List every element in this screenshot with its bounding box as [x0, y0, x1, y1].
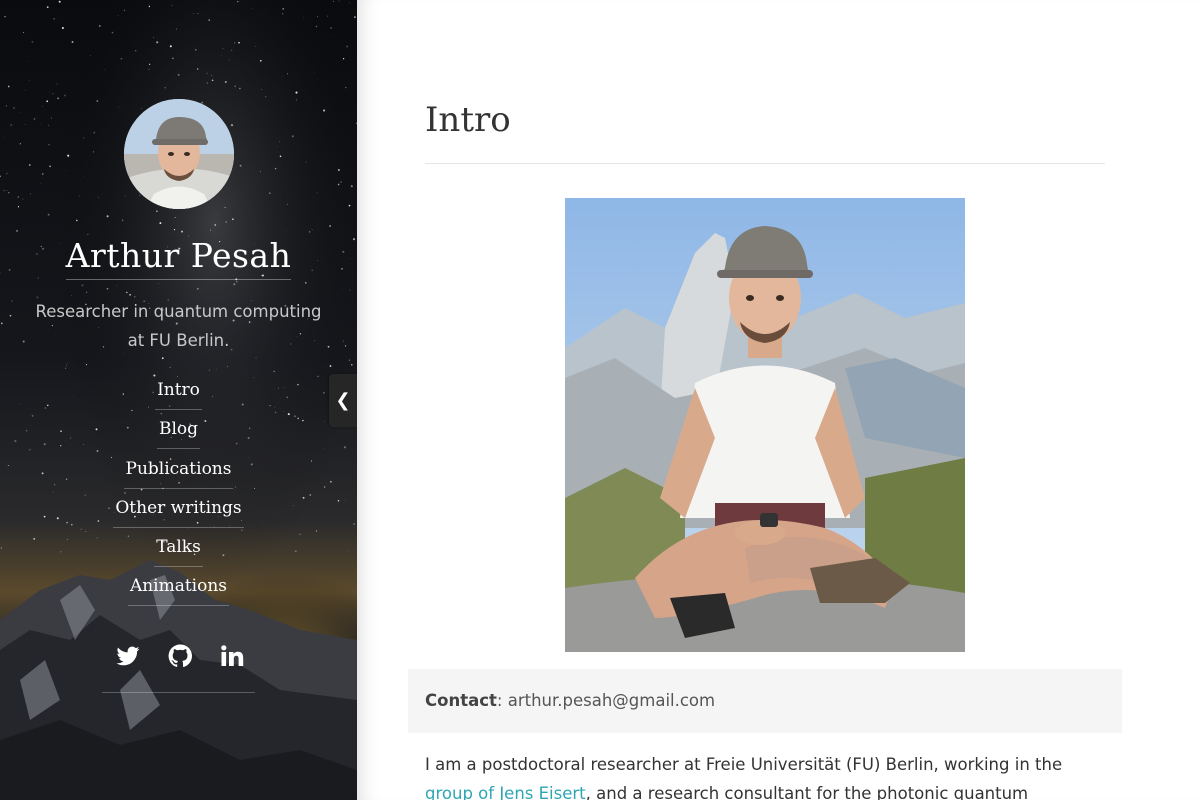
site-title: Arthur Pesah	[0, 236, 357, 280]
avatar-portrait-image	[124, 99, 234, 209]
nav-item-intro[interactable]: Intro	[151, 377, 206, 416]
nav-item-label: Talks	[154, 534, 203, 568]
nav-item-animations[interactable]: Animations	[124, 573, 233, 612]
bio-text-start: I am a postdoctoral researcher at Freie …	[425, 755, 1063, 774]
nav-item-label: Publications	[123, 456, 234, 489]
nav-item-label: Intro	[155, 377, 202, 410]
nav-item-talks[interactable]: Talks	[150, 534, 207, 573]
sidebar: Arthur Pesah Researcher in quantum compu…	[0, 0, 357, 800]
page-title: Intro	[425, 100, 511, 140]
social-links	[102, 640, 255, 693]
main-content: Intro Contact: arthur.pesah@gmail.com I …	[357, 0, 1200, 800]
nav-item-label: Blog	[156, 416, 201, 450]
sidebar-toggle-button[interactable]: ❮	[329, 374, 357, 427]
title-divider	[425, 163, 1105, 164]
tagline: Researcher in quantum computing at FU Be…	[35, 302, 322, 350]
nav-item-other-writings[interactable]: Other writings	[109, 495, 247, 534]
nav-item-label: Animations	[127, 573, 230, 607]
site-title-link[interactable]: Arthur Pesah	[65, 236, 292, 280]
nav-item-publications[interactable]: Publications	[120, 456, 238, 495]
nav-item-blog[interactable]: Blog	[153, 416, 204, 455]
sidebar-content: Arthur Pesah Researcher in quantum compu…	[0, 0, 357, 800]
group-link[interactable]: group of Jens Eisert	[425, 784, 586, 800]
contact-box: Contact: arthur.pesah@gmail.com	[408, 669, 1122, 733]
contact-email[interactable]: arthur.pesah@gmail.com	[508, 691, 715, 710]
profile-photo	[565, 198, 965, 652]
profile-photo-image	[565, 198, 965, 652]
avatar[interactable]	[124, 99, 234, 209]
sidebar-nav: Intro Blog Publications Other writings T…	[0, 377, 357, 613]
contact-label: Contact	[425, 691, 497, 710]
linkedin-icon[interactable]	[220, 644, 244, 668]
github-icon[interactable]	[168, 644, 192, 668]
contact-separator: :	[496, 691, 508, 710]
bio-paragraph: I am a postdoctoral researcher at Freie …	[425, 750, 1105, 800]
nav-item-label: Other writings	[113, 495, 244, 528]
twitter-icon[interactable]	[116, 644, 140, 668]
